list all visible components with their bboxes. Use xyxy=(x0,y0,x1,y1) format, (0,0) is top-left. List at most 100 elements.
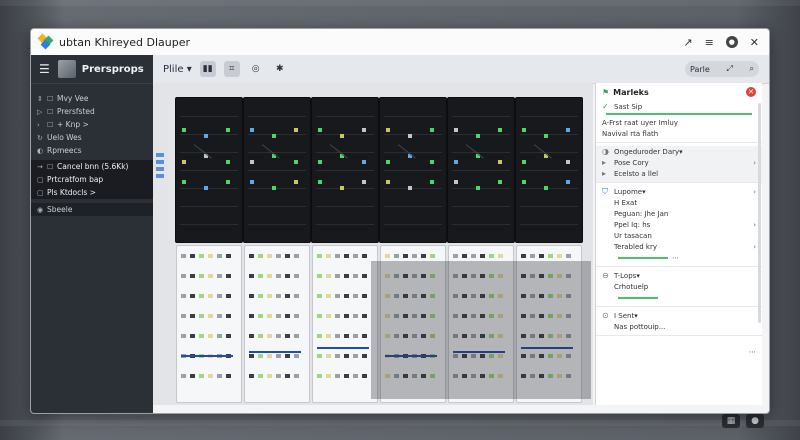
refresh-icon: ↻ xyxy=(37,133,43,142)
taskbar-icon[interactable]: ▦ xyxy=(722,414,740,428)
selection-shade xyxy=(371,261,591,399)
rack-detail[interactable] xyxy=(176,245,242,403)
status-led xyxy=(408,186,412,190)
shield-icon: ⛉ xyxy=(602,186,608,196)
menu-icon[interactable]: ≡ xyxy=(705,36,714,49)
status-led xyxy=(430,160,434,164)
crop-icon[interactable]: ⌗ xyxy=(223,61,240,77)
taskbar-icon[interactable]: ● xyxy=(746,414,764,428)
panel-section-3[interactable]: ⊖ T-Lops ▾ Crhotuelp xyxy=(596,270,762,307)
toolbar: Plile ▾ ▮▮ ⌗ ◎ ✱ Parle ⤢ ⌕ xyxy=(153,55,769,84)
sidebar-item-2[interactable]: › ☐ + Knp > xyxy=(31,118,153,131)
title-bar: ubtan Khireyed Dlauper ↗ ≡ ● ✕ xyxy=(31,29,769,56)
status-led xyxy=(430,180,434,184)
sidebar-item-6[interactable]: ▢ Prtcratfom bap xyxy=(31,173,153,186)
trend-line xyxy=(181,355,233,357)
panel-section-2[interactable]: ⛉ Lupome ▾ › H Exat Peguan: Jhe Jan Ppel I… xyxy=(596,186,762,267)
panel-section-1[interactable]: ◑ Ongeduroder Dary ▾ ▸ Pose Cory › ▸ Ecelsto… xyxy=(596,146,762,183)
profile-icon[interactable]: ● xyxy=(725,36,738,48)
list-icon: ▸ xyxy=(602,158,607,167)
panel-section-4[interactable]: ⊙ I Sent ▾ Nas pottouip... xyxy=(596,310,762,336)
status-led xyxy=(454,160,458,164)
status-led xyxy=(226,128,230,132)
panel-title: Marleks xyxy=(613,87,649,97)
app-logo-icon xyxy=(37,33,54,50)
status-led xyxy=(408,134,412,138)
disk-icon: ◉ xyxy=(37,205,44,214)
sidebar-item-7[interactable]: ▢ Pls Ktdocls > xyxy=(31,186,153,199)
status-led xyxy=(476,186,480,190)
status-led xyxy=(318,180,322,184)
menu-dots-icon[interactable]: ⋯ xyxy=(672,254,679,262)
sidebar-item-1[interactable]: ▷ ☐ Prersfsted xyxy=(31,105,153,118)
bar-chart-icon[interactable]: ▮▮ xyxy=(199,61,216,77)
panel-scrollbar[interactable] xyxy=(758,103,761,323)
status-led xyxy=(318,160,322,164)
canvas-side-tabs[interactable] xyxy=(156,153,164,181)
status-led xyxy=(498,128,502,132)
close-icon[interactable]: ✕ xyxy=(750,36,759,49)
status-led xyxy=(566,128,570,132)
status-led xyxy=(182,128,186,132)
menu-dots-icon[interactable]: ⋯ xyxy=(749,348,756,356)
check-icon: ✓ xyxy=(602,102,609,111)
trend-line xyxy=(317,347,369,349)
chevron-right-icon[interactable]: › xyxy=(753,188,756,196)
share-icon[interactable]: ↗ xyxy=(683,36,692,49)
gear-icon[interactable]: ✱ xyxy=(272,61,288,77)
status-led xyxy=(204,186,208,190)
status-led xyxy=(430,128,434,132)
server-rack[interactable] xyxy=(379,97,447,243)
expand-icon[interactable]: ⤢ xyxy=(726,64,732,74)
search-input[interactable]: Parle ⤢ ⌕ xyxy=(685,61,759,77)
status-led xyxy=(522,160,526,164)
checkbox-icon: ☐ xyxy=(47,107,54,116)
window-title: ubtan Khireyed Dlauper xyxy=(59,35,191,49)
status-led xyxy=(272,134,276,138)
toggle-icon: ⊖ xyxy=(602,271,609,280)
rack-detail[interactable] xyxy=(312,245,378,403)
markers-panel: ⚑ Marleks ✕ ✓ Sast Sip A-Frst raat uyer I… xyxy=(595,83,762,405)
level-meter xyxy=(618,256,668,259)
sidebar-item-4[interactable]: ◐ Rpmeecs xyxy=(31,144,153,157)
status-led xyxy=(272,186,276,190)
server-rack[interactable] xyxy=(243,97,311,243)
server-rack[interactable] xyxy=(515,97,583,243)
status-led xyxy=(454,128,458,132)
rack-detail[interactable] xyxy=(244,245,310,403)
status-led xyxy=(544,134,548,138)
zoom-icon[interactable]: ◎ xyxy=(248,61,264,77)
chevron-right-icon[interactable]: › xyxy=(753,243,756,251)
view-select[interactable]: Plile ▾ xyxy=(163,64,192,75)
chevron-right-icon[interactable]: › xyxy=(753,159,756,167)
status-led xyxy=(340,134,344,138)
search-icon[interactable]: ⌕ xyxy=(750,64,754,74)
status-led xyxy=(362,128,366,132)
sidebar-item-5[interactable]: → ☐ Cancel bnn (5.6Kk) xyxy=(31,160,153,173)
status-led xyxy=(362,180,366,184)
sidebar-title: Prersprops xyxy=(81,63,144,75)
status-led xyxy=(386,180,390,184)
app-window: ubtan Khireyed Dlauper ↗ ≡ ● ✕ ☰ Prerspr… xyxy=(30,28,770,414)
sidebar: ☰ Prersprops ⇕ ☐ Mvy Vee ▷ ☐ Prersfsted › ☐ + … xyxy=(31,55,153,413)
close-panel-icon[interactable]: ✕ xyxy=(746,87,756,97)
sidebar-item-3[interactable]: ↻ Uelo Wes xyxy=(31,131,153,144)
sidebar-item-0[interactable]: ⇕ ☐ Mvy Vee xyxy=(31,92,153,105)
server-rack[interactable] xyxy=(311,97,379,243)
status-led xyxy=(498,180,502,184)
rack-canvas[interactable] xyxy=(153,83,593,405)
status-bar xyxy=(606,113,752,115)
level-meter xyxy=(618,296,658,299)
server-rack[interactable] xyxy=(447,97,515,243)
status-led xyxy=(386,160,390,164)
info-icon: ◑ xyxy=(602,147,609,156)
hamburger-icon[interactable]: ☰ xyxy=(39,62,50,76)
server-rack[interactable] xyxy=(175,97,243,243)
chevron-right-icon[interactable]: › xyxy=(753,221,756,229)
panel-section-0[interactable]: ✓ Sast Sip A-Frst raat uyer Imluy Navival… xyxy=(596,101,762,143)
status-led xyxy=(522,180,526,184)
sidebar-item-8[interactable]: ◉ Sbeele xyxy=(31,203,153,216)
status-led xyxy=(250,128,254,132)
status-led xyxy=(294,160,298,164)
checkbox-icon: ☐ xyxy=(47,162,54,171)
